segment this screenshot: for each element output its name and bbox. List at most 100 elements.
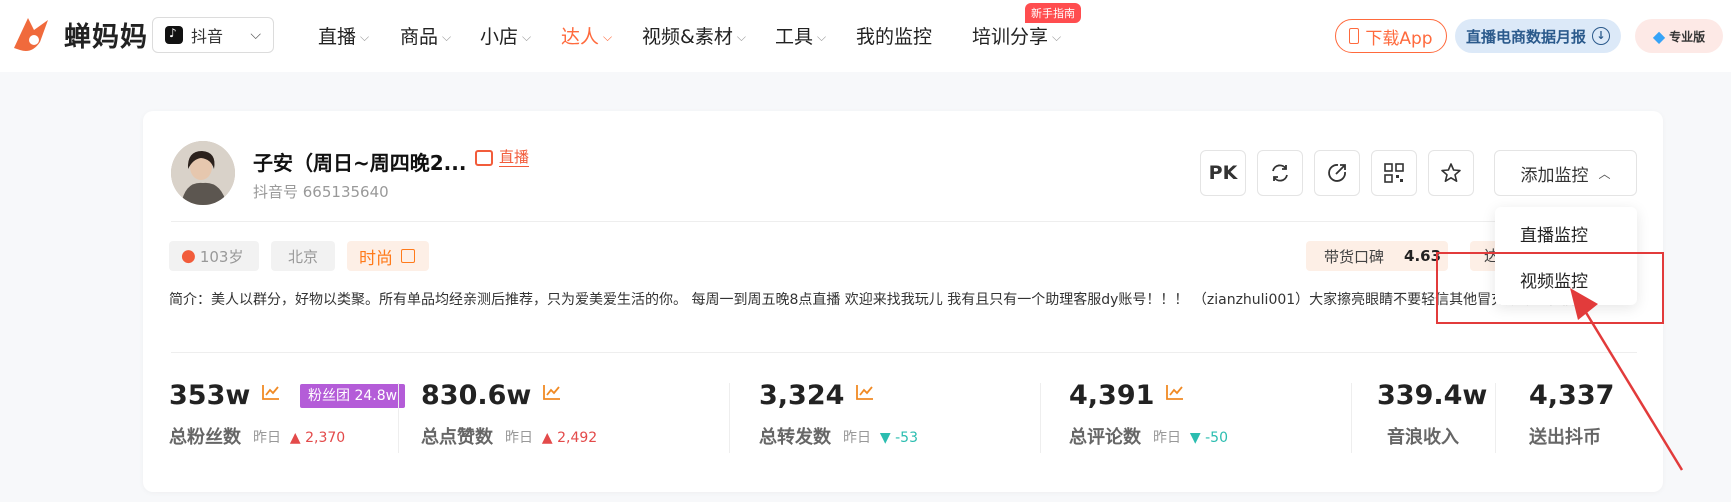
nav-shop-label: 小店: [480, 26, 519, 48]
comments-stat: 4,391: [1069, 380, 1184, 411]
nav-training-label: 培训分享: [972, 26, 1049, 48]
likes-delta: 昨日 ▲ 2,492: [505, 427, 597, 447]
fans-label: 总粉丝数: [169, 427, 241, 448]
trend-chart-icon[interactable]: [856, 384, 874, 400]
download-icon: ↓: [1592, 27, 1610, 45]
pk-button[interactable]: PK: [1200, 150, 1246, 196]
new-guide-badge[interactable]: 新手指南: [1025, 3, 1081, 23]
arrow-up-icon: ▲: [285, 430, 301, 446]
refresh-icon: [1272, 164, 1288, 182]
share-icon: [1328, 164, 1346, 182]
nav-tools[interactable]: 工具 ⌵: [775, 22, 826, 49]
brand-name: 蝉妈妈: [64, 21, 148, 53]
shares-value: 3,324: [759, 380, 845, 411]
annotation-arrow-icon: [1570, 288, 1684, 471]
favorite-button[interactable]: [1428, 150, 1474, 196]
city-value: 北京: [287, 247, 318, 266]
reputation-badge[interactable]: 带货口碑 4.63: [1306, 241, 1448, 271]
live-tag-label: 直播: [499, 148, 530, 167]
stat-separator: [398, 383, 399, 453]
age-value: 103岁: [199, 247, 244, 266]
fan-club-badge[interactable]: 粉丝团 24.8w: [300, 384, 406, 408]
income-stat: 339.4w: [1377, 380, 1488, 411]
nav-videos-label: 视频&素材: [642, 26, 733, 48]
douyin-id: 抖音号 665135640: [253, 183, 389, 201]
stat-separator: [1040, 383, 1041, 453]
nav-shop[interactable]: 小店 ⌵: [480, 22, 531, 49]
menu-item-live-monitor[interactable]: 直播监控: [1520, 221, 1588, 246]
nav-tools-label: 工具: [775, 26, 814, 48]
yesterday-label: 昨日: [505, 430, 533, 446]
fans-delta-value: 2,370: [305, 430, 346, 446]
arrow-down-icon: ▼: [1185, 430, 1201, 446]
trend-chart-icon[interactable]: [543, 384, 561, 400]
trend-chart-icon[interactable]: [262, 384, 280, 400]
divider: [171, 221, 1637, 222]
age-tag: ● 103岁: [169, 241, 259, 271]
likes-label: 总点赞数: [421, 427, 493, 448]
nav-live-label: 直播: [318, 26, 357, 48]
live-store-icon: [475, 150, 493, 166]
add-monitor-button[interactable]: 添加监控 ︿: [1494, 150, 1637, 196]
chevron-down-icon: ⌵: [603, 30, 613, 44]
comments-delta-value: -50: [1205, 430, 1228, 446]
nav-my-monitor[interactable]: 我的监控: [856, 22, 932, 49]
platform-select[interactable]: 抖音 ⌵: [152, 17, 274, 53]
shares-label: 总转发数: [759, 427, 831, 448]
nav-products[interactable]: 商品 ⌵: [400, 22, 451, 49]
trend-chart-icon[interactable]: [1166, 384, 1184, 400]
chevron-down-icon: ⌵: [1052, 30, 1062, 44]
monthly-report-label: 直播电商数据月报: [1465, 27, 1586, 46]
chevron-down-icon: ⌵: [736, 30, 746, 44]
chevron-down-icon: ⌵: [360, 30, 370, 44]
cicada-logo-icon: [14, 18, 48, 51]
fans-delta: 昨日 ▲ 2,370: [253, 427, 345, 447]
person-icon: ●: [181, 246, 196, 266]
download-app-label: 下载App: [1365, 28, 1433, 49]
refresh-button[interactable]: [1257, 150, 1303, 196]
tiktok-icon: [165, 26, 183, 44]
nav-influencers-label: 达人: [561, 26, 600, 48]
logo[interactable]: 蝉妈妈: [10, 12, 148, 56]
nav-live[interactable]: 直播 ⌵: [318, 22, 369, 49]
fans-stat: 353w: [169, 380, 280, 411]
influencer-name: 子安（周日~周四晚2...: [253, 151, 467, 175]
avatar[interactable]: [171, 141, 235, 205]
chevron-up-icon: ︿: [1598, 166, 1611, 181]
city-tag: 北京: [271, 241, 335, 271]
arrow-down-icon: ▼: [875, 430, 891, 446]
qrcode-button[interactable]: [1371, 150, 1417, 196]
shares-delta-value: -53: [895, 430, 918, 446]
yesterday-label: 昨日: [843, 430, 871, 446]
pk-label: PK: [1208, 162, 1238, 184]
monthly-report-button[interactable]: 直播电商数据月报 ↓: [1455, 19, 1621, 53]
category-tag[interactable]: 时尚: [347, 241, 429, 271]
pro-version-button[interactable]: ◆ 专业版: [1635, 19, 1723, 53]
nav-products-label: 商品: [400, 26, 439, 48]
income-label: 音浪收入: [1387, 427, 1459, 448]
category-value: 时尚: [359, 248, 393, 269]
chevron-down-icon: ⌵: [250, 27, 261, 43]
star-icon: [1441, 163, 1461, 182]
diamond-icon: ◆: [1652, 26, 1666, 46]
top-navigation: 蝉妈妈 抖音 ⌵ 直播⌵ 商品⌵ 小店⌵ 达人⌵ 视频&素材⌵ 工具⌵ 我的监控…: [0, 0, 1731, 72]
likes-delta-value: 2,492: [557, 430, 598, 446]
nav-videos[interactable]: 视频&素材 ⌵: [642, 22, 746, 49]
pro-version-label: 专业版: [1669, 29, 1706, 44]
arrow-up-icon: ▲: [537, 430, 553, 446]
live-tag[interactable]: 直播: [475, 148, 530, 167]
chevron-down-icon: ⌵: [522, 30, 532, 44]
add-monitor-label: 添加监控: [1520, 165, 1589, 186]
yesterday-label: 昨日: [1153, 430, 1181, 446]
download-app-button[interactable]: 下载App: [1335, 19, 1447, 53]
chevron-down-icon: ⌵: [817, 30, 827, 44]
share-button[interactable]: [1314, 150, 1360, 196]
shares-stat: 3,324: [759, 380, 874, 411]
phone-icon: [1349, 28, 1360, 44]
nav-my-monitor-label: 我的监控: [856, 26, 933, 48]
nav-training[interactable]: 培训分享 ⌵: [972, 22, 1061, 49]
stat-separator: [1351, 383, 1352, 453]
nav-influencers[interactable]: 达人 ⌵: [561, 22, 612, 49]
comments-value: 4,391: [1069, 380, 1155, 411]
fans-value: 353w: [169, 380, 251, 411]
